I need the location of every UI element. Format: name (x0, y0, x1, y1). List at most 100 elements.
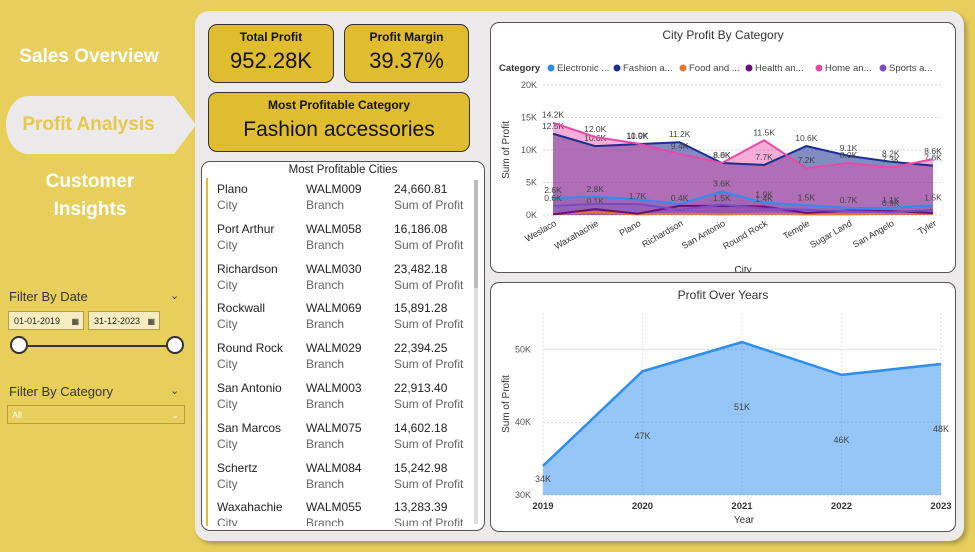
city-profit-svg: Category Electronic ... Fashion a... Food a… (499, 63, 943, 272)
total-profit-label: Total Profit (239, 30, 303, 44)
data-label: 0.6K (544, 193, 562, 203)
slider-end-handle[interactable] (166, 336, 184, 354)
filter-date-title: Filter By Date (9, 289, 88, 304)
end-date-value: 31-12-2023 (94, 316, 141, 326)
legend-marker (547, 64, 555, 72)
city-subtitle: City (217, 357, 238, 372)
branch-cell: WALM030 (306, 261, 362, 276)
chevron-down-icon[interactable]: ⌄ (170, 384, 179, 397)
legend-entry: Food and ... (689, 63, 740, 74)
y-tick-label: 15K (521, 113, 537, 123)
branch-subtitle: Branch (306, 237, 345, 252)
table-row[interactable]: Round Rock WALM029 22,394.25 City Branch Sum … (206, 337, 474, 377)
table-row[interactable]: Port Arthur WALM058 16,186.08 City Branch Sum… (206, 217, 474, 258)
table-row[interactable]: San Marcos WALM075 14,602.18 City Branch Sum … (206, 416, 474, 457)
nav-sales-overview[interactable]: Sales Overview (10, 46, 168, 68)
x-tick-label: Richardson (640, 218, 684, 249)
filter-category-title: Filter By Category (9, 384, 114, 399)
table-row[interactable]: Schertz WALM084 15,242.98 City Branch Sum of … (206, 456, 474, 497)
data-label: 10.6K (795, 133, 818, 143)
profit-cell: 24,660.81 (394, 182, 448, 196)
data-label: 51K (734, 402, 750, 412)
table-row[interactable]: Rockwall WALM069 15,891.28 City Branch Sum of… (206, 297, 474, 338)
city-cell: Port Arthur (217, 221, 275, 236)
branch-subtitle: Branch (306, 516, 345, 526)
profit-cell: 22,913.40 (394, 380, 448, 395)
branch-cell: WALM055 (306, 500, 362, 515)
data-label: 2.8K (586, 184, 604, 194)
profit-cell: 16,186.08 (394, 221, 448, 236)
calendar-icon[interactable]: ▦ (147, 312, 155, 331)
table-row[interactable]: Richardson WALM030 23,482.18 City Branch Sum … (206, 257, 474, 298)
data-label: 1.4K (755, 194, 773, 204)
x-tick-label: Plano (617, 218, 642, 238)
city-subtitle: City (217, 198, 238, 212)
date-range-slider[interactable] (19, 345, 175, 347)
chevron-down-icon: ⌄ (171, 410, 179, 420)
profit-subtitle: Sum of Profit (394, 396, 464, 411)
table-row[interactable]: Plano WALM009 24,660.81 City Branch Sum of Pr… (206, 178, 474, 218)
city-cell: Waxahachie (217, 500, 283, 515)
x-tick-label: 2022 (831, 501, 852, 512)
most-profitable-cities-table: Most Profitable Cities Plano WALM009 24,66… (201, 161, 485, 531)
y-tick-label: 0K (526, 210, 537, 220)
branch-subtitle: Branch (306, 317, 345, 332)
y-tick-label: 50K (515, 344, 531, 354)
table-row[interactable]: Waxahachie WALM055 13,283.39 City Branch Sum … (206, 496, 474, 526)
y-tick-label: 20K (521, 80, 537, 90)
city-subtitle: City (217, 277, 238, 292)
slider-start-handle[interactable] (10, 336, 28, 354)
legend-entry: Home an... (825, 63, 871, 74)
data-label: 8.6K (924, 146, 942, 156)
data-label: 3.6K (713, 179, 731, 189)
branch-cell: WALM084 (306, 460, 362, 475)
city-cell: Rockwall (217, 301, 266, 316)
calendar-icon[interactable]: ▦ (71, 312, 79, 331)
nav-profit-analysis[interactable]: Profit Analysis (6, 96, 196, 154)
data-label: 47K (634, 431, 650, 441)
legend-entry: Electronic ... (557, 63, 609, 74)
scrollbar-thumb[interactable] (474, 180, 478, 288)
start-date-input[interactable]: 01-01-2019 ▦ (8, 311, 84, 330)
city-cell: Schertz (217, 460, 258, 475)
profit-subtitle: Sum of Profit (394, 476, 464, 491)
branch-subtitle: Branch (306, 436, 345, 451)
data-label: 14.2K (542, 110, 565, 120)
chevron-down-icon[interactable]: ⌄ (170, 289, 179, 302)
table-rows[interactable]: Plano WALM009 24,660.81 City Branch Sum of Pr… (206, 178, 474, 526)
x-tick-label: Round Rock (721, 218, 769, 252)
data-label: 0.4K (671, 193, 689, 203)
x-tick-label: 2023 (930, 501, 951, 512)
x-tick-label: Sugar Land (808, 218, 853, 250)
x-tick-label: Weslaco (523, 218, 558, 244)
data-label: 12.0K (584, 124, 607, 134)
category-select[interactable]: All ⌄ (7, 405, 185, 424)
most-profitable-category-label: Most Profitable Category (267, 98, 411, 112)
city-subtitle: City (217, 516, 238, 526)
profit-over-years-chart: Profit Over Years 30K 40K 50K 2019 2020 2021 2… (490, 282, 956, 532)
most-profitable-category-card: Most Profitable Category Fashion accesso… (208, 92, 470, 152)
branch-subtitle: Branch (306, 476, 345, 491)
legend-entry: Health an... (755, 63, 804, 74)
branch-cell: WALM058 (306, 221, 362, 236)
data-label: 8.0K (840, 150, 858, 160)
end-date-input[interactable]: 31-12-2023 ▦ (88, 311, 160, 330)
table-row[interactable]: San Antonio WALM003 22,913.40 City Branch Sum… (206, 376, 474, 417)
legend-marker (879, 64, 887, 72)
nav-customer-insights[interactable]: Customer Insights (20, 168, 160, 224)
data-label: 34K (535, 474, 551, 484)
city-profit-chart: City Profit By Category Category Electron… (490, 22, 956, 273)
x-tick-label: Waxahachie (553, 218, 601, 251)
x-tick-label: 2020 (632, 501, 653, 512)
data-label: 7.7K (755, 152, 773, 162)
legend-title: Category (499, 63, 541, 74)
legend-marker (745, 64, 753, 72)
profit-subtitle: Sum of Profit (394, 436, 464, 451)
branch-cell: WALM069 (306, 301, 362, 316)
most-profitable-category-value: Fashion accessories (243, 118, 435, 141)
data-label: 0.7K (840, 195, 858, 205)
branch-subtitle: Branch (306, 357, 345, 372)
profit-cell: 22,394.25 (394, 341, 448, 356)
city-subtitle: City (217, 317, 238, 332)
start-date-value: 01-01-2019 (14, 316, 61, 326)
